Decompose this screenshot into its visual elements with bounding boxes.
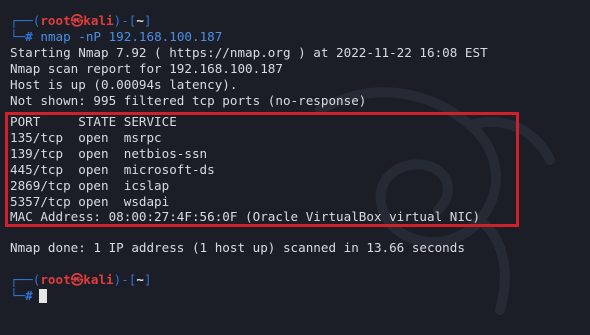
prompt-user: root [40,272,71,287]
prompt-dir: ~ [136,272,144,287]
port-row: 139/tcp open netbios-ssn [10,146,208,161]
port-row: 135/tcp open msrpc [10,130,162,145]
prompt-dir: ~ [136,13,144,28]
output-line: Not shown: 995 filtered tcp ports (no-re… [10,93,367,108]
prompt-line-1: ┌──(root㉿kali)-[~] [10,13,152,28]
command-text: nmap -nP 192.168.100.187 [40,29,223,44]
port-row: 445/tcp open microsoft-ds [10,162,215,177]
input-line[interactable]: └─# [10,288,47,304]
prompt-symbol: ㉿ [70,13,84,28]
port-row: 2869/tcp open icslap [10,178,170,193]
port-row: 5357/tcp open wsdapi [10,194,170,209]
prompt-user: root [40,13,71,28]
terminal-window[interactable]: ┌──(root㉿kali)-[~] └─# nmap -nP 192.168.… [0,0,590,335]
prompt-line-2: ┌──(root㉿kali)-[~] [10,272,152,287]
output-line: Host is up (0.00094s latency). [10,77,238,92]
output-line: Nmap scan report for 192.168.100.187 [10,61,283,76]
prompt-host: kali [83,272,114,287]
prompt-host: kali [83,13,114,28]
mac-address-line: MAC Address: 08:00:27:4F:56:0F (Oracle V… [10,209,481,224]
output-line: Starting Nmap 7.92 ( https://nmap.org ) … [10,45,488,60]
ports-header: PORT STATE SERVICE [10,114,177,129]
done-line: Nmap done: 1 IP address (1 host up) scan… [10,240,465,255]
text-cursor[interactable] [38,289,47,303]
command-line: └─# nmap -nP 192.168.100.187 [10,29,223,44]
prompt-symbol: ㉿ [70,272,84,287]
